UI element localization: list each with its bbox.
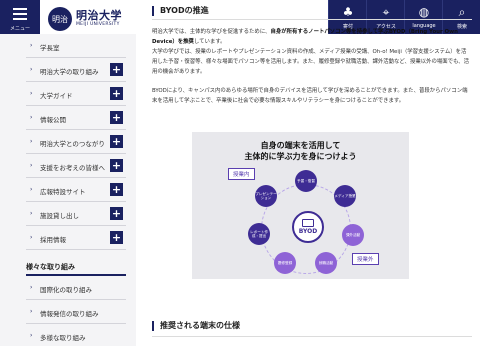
- sidebar-item-label: 多様な取り組み: [40, 334, 86, 342]
- chevron-right-icon: ›: [30, 210, 33, 217]
- sidebar-item-label: 情報発信の取り組み: [40, 310, 99, 318]
- chevron-right-icon: ›: [30, 284, 33, 291]
- main-content: BYODの推進 明治大学では、主体的な学びを促進するために、自身が所有するノート…: [136, 0, 480, 346]
- node-extracurricular: 課外活動: [342, 224, 364, 246]
- tag-out-of-class: 授業外: [352, 253, 379, 265]
- expand-plus-icon[interactable]: +: [110, 183, 123, 196]
- expand-plus-icon[interactable]: +: [110, 63, 123, 76]
- byod-benefit-paragraph: BYODにより、キャンパス内のあらゆる場所で自身のデバイスを活用して学びを深める…: [152, 88, 468, 104]
- logo-emblem-icon: 明治: [48, 7, 72, 31]
- sidebar-item-recruitment[interactable]: › 採用情報 +: [26, 226, 126, 250]
- expand-plus-icon[interactable]: +: [110, 207, 123, 220]
- chevron-right-icon: ›: [30, 332, 33, 339]
- sidebar-subitem-diverse[interactable]: › 多様な取り組み: [26, 324, 126, 346]
- node-preparation-review: 予習・復習: [295, 170, 317, 192]
- chevron-right-icon: ›: [30, 186, 33, 193]
- section-title-specs: 推奨される端末の仕様: [152, 321, 240, 331]
- expand-plus-icon[interactable]: +: [110, 87, 123, 100]
- chevron-right-icon: ›: [30, 234, 33, 241]
- sidebar-item-label: 情報公開: [40, 116, 66, 124]
- sidebar-item-label: 明治大学とのつながり: [40, 140, 105, 148]
- chevron-right-icon: ›: [30, 90, 33, 97]
- intro-paragraph: 明治大学では、主体的な学びを促進するために、自身が所有するノートパソコン等を持参…: [152, 29, 458, 45]
- sidebar-item-facility-rental[interactable]: › 施設貸し出し +: [26, 202, 126, 226]
- site-logo[interactable]: 明治 明治大学 MEIJI UNIVERSITY: [48, 6, 122, 32]
- usage-paragraph: 大学の学びでは、授業のレポートやプレゼンテーション資料の作成、メディア授業の受講…: [152, 49, 470, 75]
- sidebar-item-president-office[interactable]: › 学長室: [26, 34, 126, 58]
- node-media-class: メディア授業: [334, 185, 356, 207]
- sidebar-item-initiatives[interactable]: › 明治大学の取り組み +: [26, 58, 126, 82]
- section-title-byod: BYODの推進: [152, 6, 209, 16]
- expand-plus-icon[interactable]: +: [110, 135, 123, 148]
- diagram-title: 自身の端末を活用して 主体的に学ぶ力を身につけよう: [244, 141, 357, 161]
- expand-plus-icon[interactable]: +: [110, 111, 123, 124]
- sidebar-item-disclosure[interactable]: › 情報公開 +: [26, 106, 126, 130]
- section-divider: [152, 19, 472, 20]
- node-report: レポート作成・提出: [248, 223, 270, 245]
- chevron-right-icon: ›: [30, 162, 33, 169]
- sidebar-item-connections[interactable]: › 明治大学とのつながり +: [26, 130, 126, 154]
- sidebar-item-label: 明治大学の取り組み: [40, 68, 99, 76]
- sidebar-item-pr-site[interactable]: › 広報特設サイト +: [26, 178, 126, 202]
- sidebar-item-university-guide[interactable]: › 大学ガイド +: [26, 82, 126, 106]
- node-job-hunting: 就職活動: [315, 252, 337, 274]
- chevron-right-icon: ›: [30, 308, 33, 315]
- menu-button[interactable]: メニュー: [0, 0, 40, 34]
- sidebar-item-label: 国際化の取り組み: [40, 286, 92, 294]
- byod-center: BYOD: [292, 211, 324, 243]
- sidebar-item-label: 採用情報: [40, 236, 66, 244]
- sidebar: › 学長室 › 明治大学の取り組み + › 大学ガイド + › 情報公開 + ›…: [0, 34, 136, 346]
- sidebar-subitem-internationalization[interactable]: › 国際化の取り組み: [26, 276, 126, 300]
- section-divider: [152, 336, 472, 337]
- menu-label: メニュー: [9, 26, 30, 32]
- expand-plus-icon[interactable]: +: [110, 231, 123, 244]
- device-icon: [302, 219, 314, 227]
- chevron-right-icon: ›: [30, 114, 33, 121]
- sidebar-section-title: 様々な取り組み: [26, 263, 75, 271]
- logo-name-en: MEIJI UNIVERSITY: [76, 22, 120, 28]
- sidebar-item-support[interactable]: › 支援をお考えの皆様へ +: [26, 154, 126, 178]
- chevron-right-icon: ›: [30, 66, 33, 73]
- hamburger-icon: [13, 8, 27, 23]
- sidebar-item-label: 広報特設サイト: [40, 188, 86, 196]
- sidebar-item-label: 大学ガイド: [40, 92, 73, 100]
- tag-in-class: 授業内: [228, 168, 255, 180]
- chevron-right-icon: ›: [30, 138, 33, 145]
- sidebar-item-label: 学長室: [40, 44, 60, 52]
- expand-plus-icon[interactable]: +: [110, 159, 123, 172]
- logo-name-jp: 明治大学: [76, 9, 122, 23]
- sidebar-item-label: 施設貸し出し: [40, 212, 79, 220]
- byod-diagram: 自身の端末を活用して 主体的に学ぶ力を身につけよう 授業内 授業外 予習・復習 …: [192, 132, 409, 279]
- sidebar-subitem-communication[interactable]: › 情報発信の取り組み: [26, 300, 126, 324]
- node-presentation: プレゼンテーション: [255, 185, 277, 207]
- chevron-right-icon: ›: [30, 42, 33, 49]
- node-course-registration: 履修登録: [274, 252, 296, 274]
- sidebar-item-label: 支援をお考えの皆様へ: [40, 164, 105, 172]
